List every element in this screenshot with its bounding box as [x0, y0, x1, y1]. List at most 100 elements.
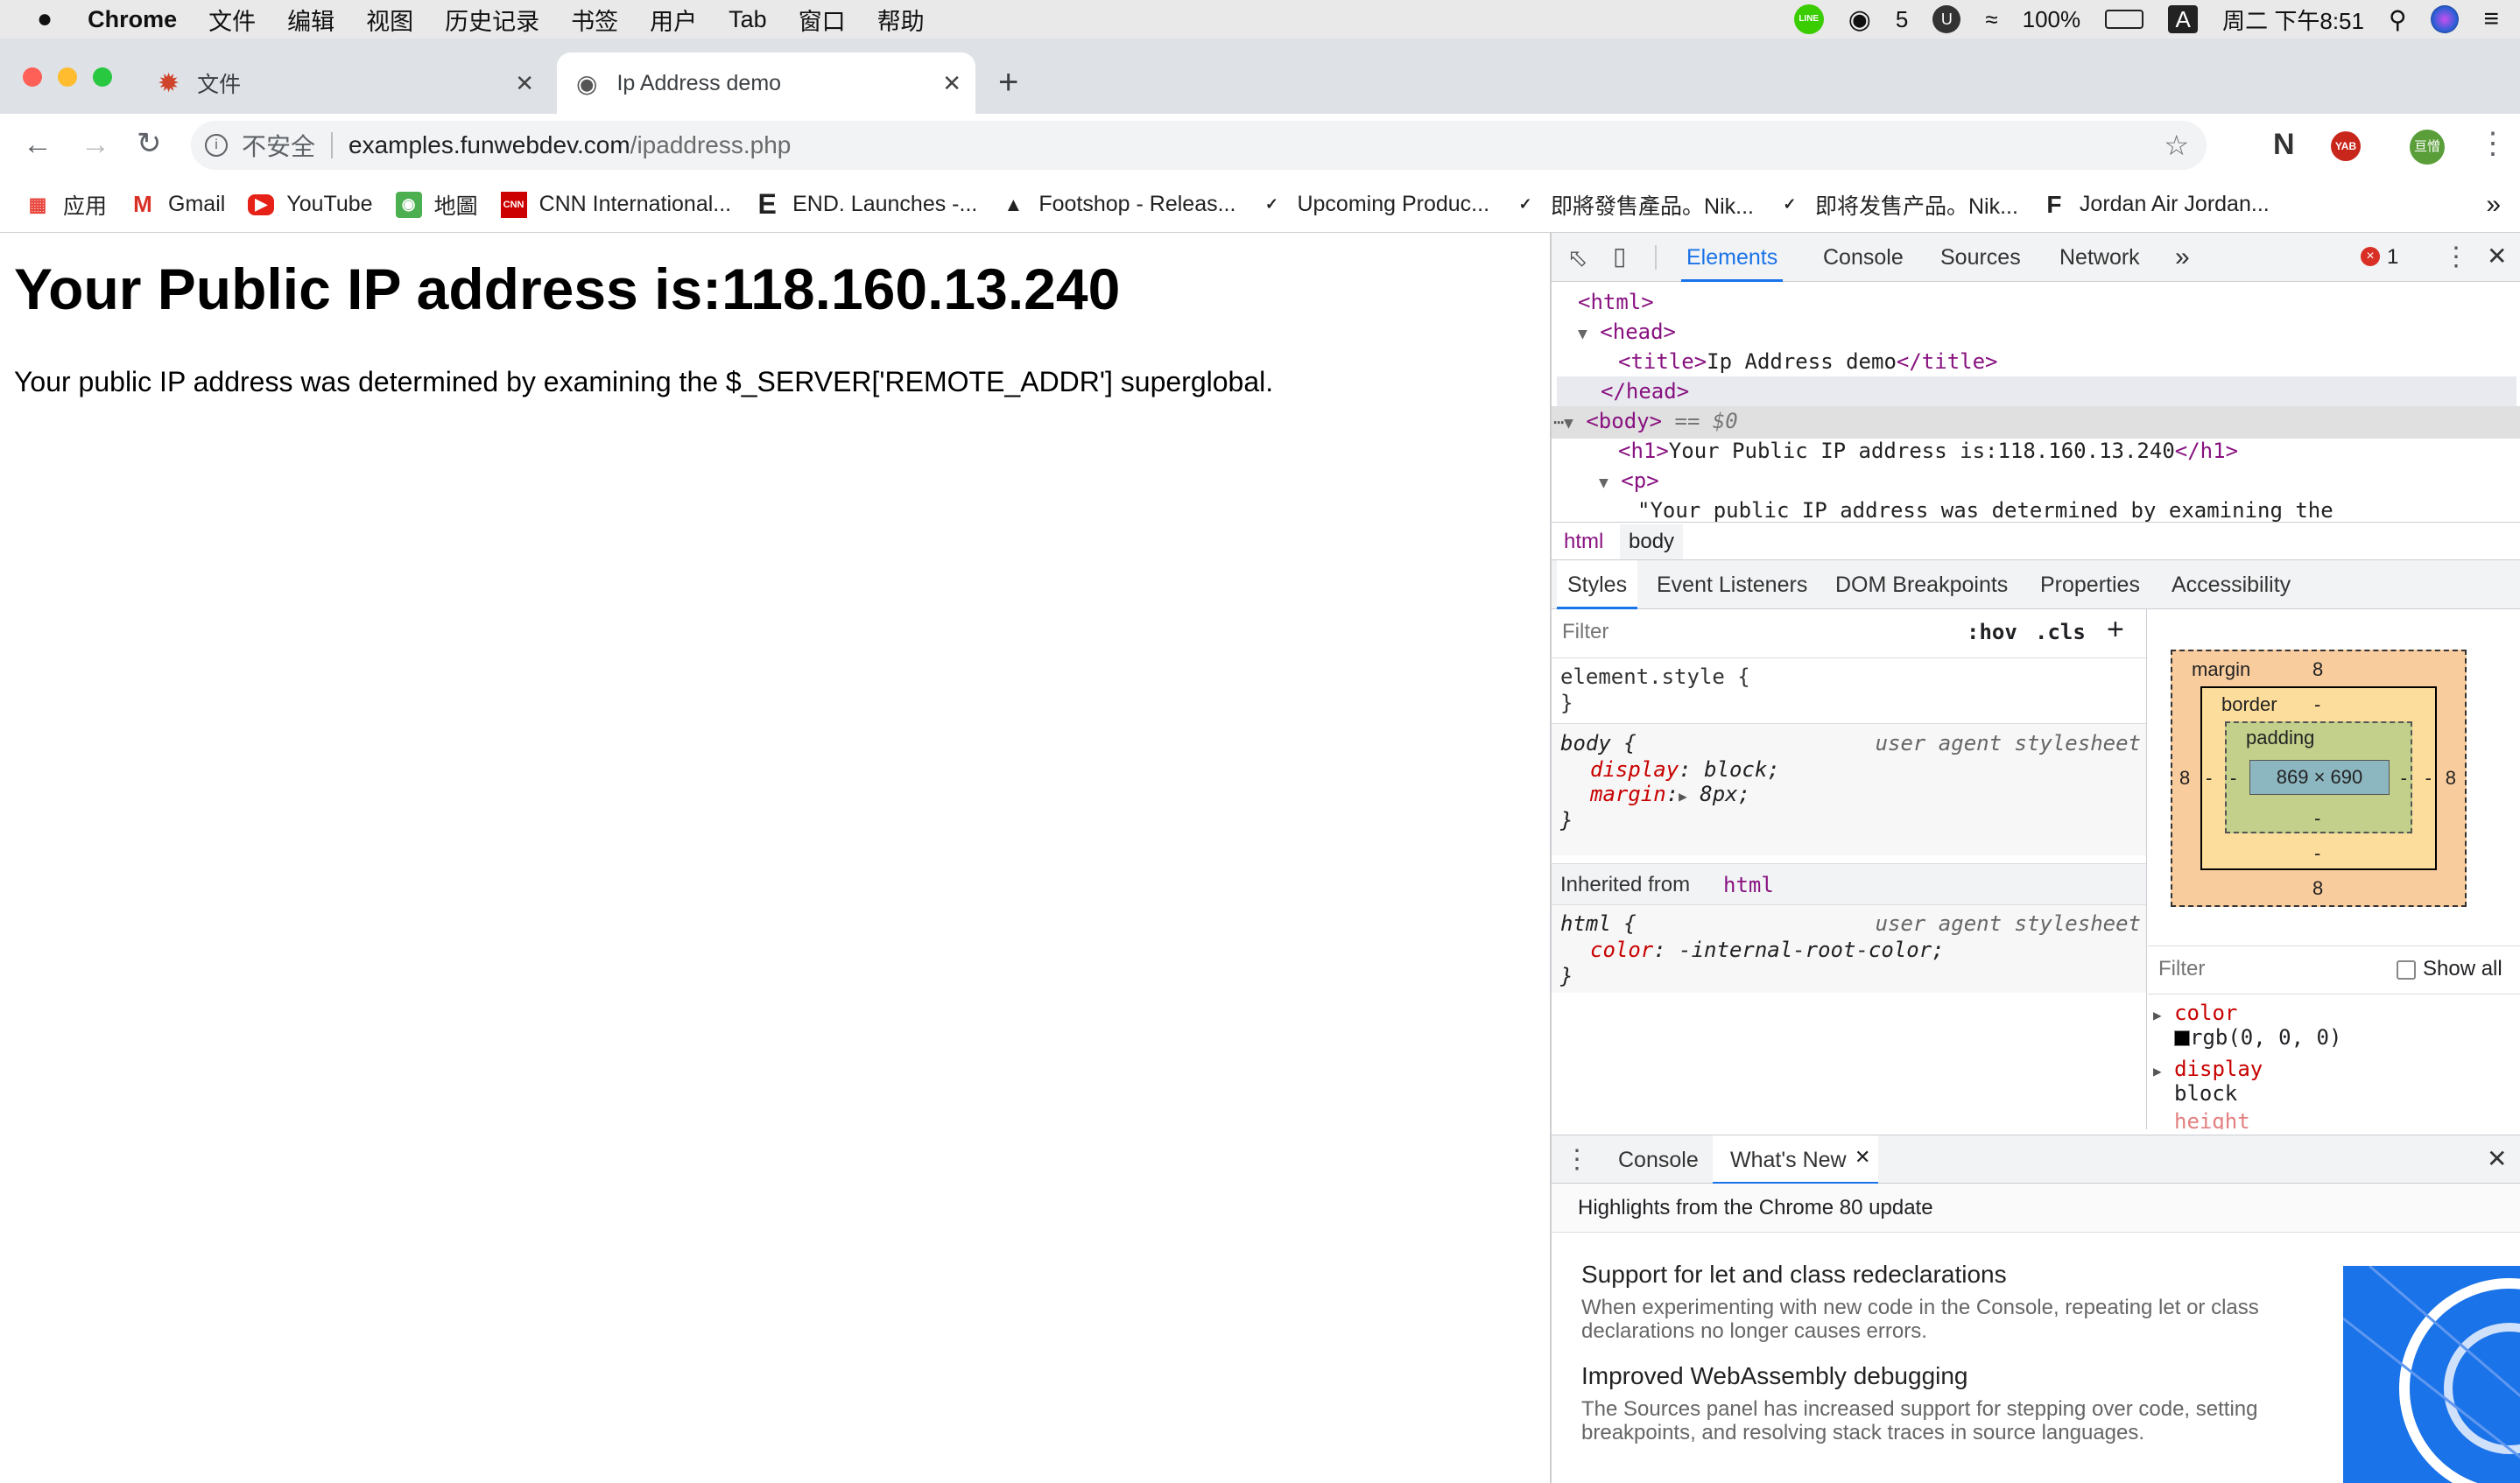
menu-bookmarks[interactable]: 书签	[571, 3, 618, 37]
expand-triangle-icon[interactable]: ▼	[1564, 414, 1573, 432]
devtools-close-icon[interactable]: ✕	[2487, 242, 2507, 271]
cls-toggle[interactable]: .cls	[2035, 620, 2086, 644]
apple-icon[interactable]: ●	[37, 4, 53, 34]
bookmark-star-icon[interactable]: ☆	[2164, 129, 2189, 162]
error-icon[interactable]: ×	[2361, 247, 2380, 266]
menu-help[interactable]: 帮助	[877, 3, 925, 37]
security-label[interactable]: 不安全	[242, 128, 315, 163]
color-swatch[interactable]	[2174, 1030, 2190, 1046]
tab-close-icon[interactable]: ✕	[942, 70, 961, 97]
bookmark-end[interactable]: E END. Launches -...	[754, 188, 977, 220]
dom-node-html[interactable]: <html>	[1578, 287, 1654, 317]
drawer-tab-console[interactable]: Console	[1618, 1135, 1699, 1184]
ellipsis-icon[interactable]: ⋯	[1553, 411, 1564, 432]
more-tabs-icon[interactable]: »	[2175, 233, 2190, 282]
menu-edit[interactable]: 编辑	[287, 3, 334, 37]
menu-tab[interactable]: Tab	[729, 6, 767, 33]
element-style-rule[interactable]: element.style {	[1560, 662, 1750, 692]
forward-arrow-icon[interactable]: →	[81, 128, 110, 162]
drawer-close-icon[interactable]: ✕	[2487, 1144, 2507, 1173]
show-all-label[interactable]: Show all	[2423, 957, 2502, 981]
bookmark-nike-cn[interactable]: ✓ 即将发售产品。Nik...	[1777, 189, 2018, 221]
styles-filter-input[interactable]	[1555, 615, 1946, 650]
body-rule-selector[interactable]: body {	[1560, 728, 1637, 758]
window-close-button[interactable]	[23, 67, 42, 87]
menu-app-name[interactable]: Chrome	[88, 6, 177, 33]
show-all-checkbox[interactable]	[2397, 960, 2416, 980]
vpn-icon[interactable]: U	[1932, 5, 1961, 33]
computed-filter-input[interactable]	[2151, 952, 2370, 987]
inherited-tag[interactable]: html	[1723, 873, 1774, 897]
box-model-border[interactable]: border - - - - padding - - - 869 × 690	[2200, 686, 2437, 870]
html-color-decl[interactable]: color: -internal-root-color;	[1590, 935, 1945, 965]
bookmark-upcoming[interactable]: ✓ Upcoming Produc...	[1258, 192, 1489, 218]
drawer-menu-icon[interactable]: ⋮	[1564, 1144, 1590, 1175]
tab-files[interactable]: ✹ 文件 ✕	[145, 53, 548, 114]
whats-new-item[interactable]: Support for let and class redeclarations…	[1581, 1261, 2264, 1343]
breadcrumb-html[interactable]: html	[1564, 530, 1603, 554]
html-rule-selector[interactable]: html {	[1560, 909, 1637, 938]
error-count[interactable]: 1	[2387, 245, 2398, 270]
subtab-accessibility[interactable]: Accessibility	[2172, 560, 2291, 609]
wifi-icon[interactable]: ≈	[1985, 6, 1997, 33]
computed-prop-height[interactable]: height	[2174, 1107, 2250, 1129]
menu-view[interactable]: 视图	[366, 3, 413, 37]
new-rule-plus-icon[interactable]: +	[2107, 613, 2124, 647]
extension-n-icon[interactable]: N	[2273, 128, 2295, 162]
dom-node-head[interactable]: ▼ <head>	[1578, 317, 1676, 349]
expand-triangle-icon[interactable]: ▼	[1578, 325, 1587, 343]
tab-network[interactable]: Network	[2059, 233, 2140, 282]
extension-yab-icon[interactable]: YAB	[2331, 131, 2361, 161]
dom-node-body[interactable]: ⋯▼ <body> == $0	[1552, 406, 2520, 439]
spotlight-search-icon[interactable]: ⚲	[2389, 5, 2407, 34]
subtab-dom-breakpoints[interactable]: DOM Breakpoints	[1835, 560, 2008, 609]
device-toolbar-icon[interactable]: ▯	[1613, 242, 1626, 271]
new-tab-button[interactable]: +	[998, 63, 1018, 102]
devtools-menu-icon[interactable]: ⋮	[2443, 242, 2469, 272]
bookmark-footshop[interactable]: ▲ Footshop - Releas...	[1000, 192, 1235, 218]
window-minimize-button[interactable]	[58, 67, 77, 87]
wechat-icon[interactable]: ◉	[1848, 4, 1871, 35]
back-arrow-icon[interactable]: ←	[23, 128, 53, 162]
expand-triangle-icon[interactable]: ▶	[1679, 788, 1687, 805]
menubar-clock[interactable]: 周二 下午8:51	[2222, 4, 2364, 36]
box-model-padding[interactable]: padding - - - 869 × 690	[2225, 721, 2412, 833]
profile-avatar[interactable]: 亘憎	[2410, 130, 2445, 165]
drawer-tab-whats-new[interactable]: What's New	[1713, 1135, 1878, 1184]
tab-elements[interactable]: Elements	[1681, 233, 1784, 282]
info-icon[interactable]: i	[205, 134, 228, 157]
dom-node-h1[interactable]: <h1>Your Public IP address is:118.160.13…	[1618, 436, 2238, 466]
bookmark-jordan[interactable]: F Jordan Air Jordan...	[2041, 191, 2269, 218]
tab-sources[interactable]: Sources	[1940, 233, 2021, 282]
chrome-menu-icon[interactable]: ⋮	[2478, 126, 2508, 161]
tab-ip-address-demo[interactable]: ◉ Ip Address demo ✕	[557, 53, 975, 114]
dom-node-p[interactable]: ▼ <p>	[1599, 466, 1659, 498]
line-icon[interactable]: LINE	[1793, 4, 1824, 34]
notification-center-icon[interactable]: ≡	[2483, 4, 2499, 34]
battery-icon[interactable]	[2105, 10, 2144, 29]
bookmark-youtube[interactable]: ▶ YouTube	[248, 192, 373, 217]
bookmark-nike-tw[interactable]: ✓ 即將發售產品。Nik...	[1512, 189, 1754, 221]
bookmark-apps[interactable]: ▦ 应用	[25, 189, 107, 221]
bookmark-gmail[interactable]: M Gmail	[130, 191, 225, 218]
reload-icon[interactable]: ↻	[137, 126, 162, 161]
menu-window[interactable]: 窗口	[799, 3, 846, 37]
menu-history[interactable]: 历史记录	[445, 3, 539, 37]
body-margin-decl[interactable]: margin:▶ 8px;	[1590, 779, 1750, 812]
breadcrumb-body[interactable]: body	[1620, 524, 1684, 559]
subtab-properties[interactable]: Properties	[2040, 560, 2140, 609]
dom-node-title[interactable]: <title>Ip Address demo</title>	[1618, 347, 1998, 376]
subtab-event-listeners[interactable]: Event Listeners	[1657, 560, 1807, 609]
window-zoom-button[interactable]	[93, 67, 112, 87]
input-method-badge[interactable]: A	[2168, 5, 2199, 33]
drawer-tab-close-icon[interactable]: ✕	[1855, 1146, 1870, 1169]
bookmarks-overflow-icon[interactable]: »	[2486, 190, 2501, 220]
bookmark-cnn[interactable]: CNN CNN International...	[500, 191, 731, 218]
tab-close-icon[interactable]: ✕	[515, 70, 534, 97]
expand-triangle-icon[interactable]: ▶	[2153, 1063, 2162, 1079]
expand-triangle-icon[interactable]: ▶	[2153, 1007, 2162, 1023]
omnibox[interactable]: i 不安全 examples.funwebdev.com /ipaddress.…	[191, 121, 2207, 170]
whats-new-item[interactable]: Improved WebAssembly debugging The Sourc…	[1581, 1362, 2264, 1444]
tab-console[interactable]: Console	[1823, 233, 1904, 282]
siri-icon[interactable]	[2431, 5, 2460, 33]
